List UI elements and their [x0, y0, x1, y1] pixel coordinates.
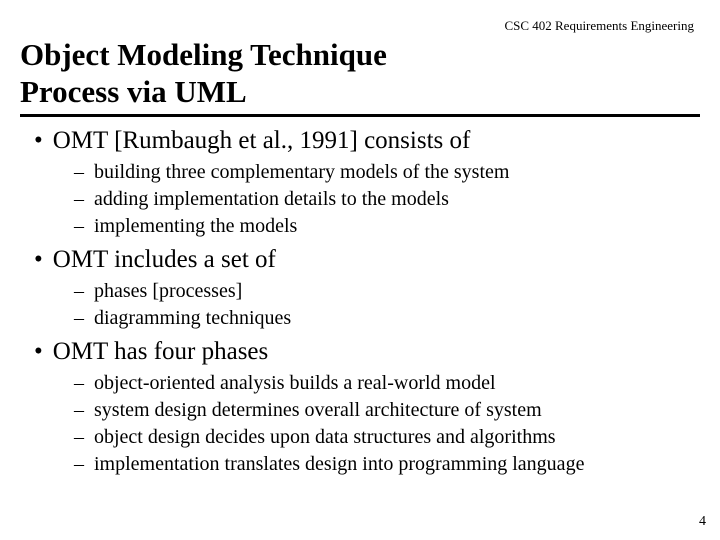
sub-bullet-text: implementation translates design into pr…: [94, 451, 584, 478]
sub-bullet-text: implementing the models: [94, 213, 297, 240]
title-divider: [20, 114, 700, 117]
dash-marker: –: [74, 451, 84, 478]
title-line-2: Process via UML: [20, 74, 247, 109]
course-header: CSC 402 Requirements Engineering: [20, 18, 700, 34]
dash-marker: –: [74, 370, 84, 397]
sub-bullet: – adding implementation details to the m…: [74, 186, 700, 213]
sub-bullet-text: object design decides upon data structur…: [94, 424, 556, 451]
dash-marker: –: [74, 159, 84, 186]
bullet-omt-consists: • OMT [Rumbaugh et al., 1991] consists o…: [34, 127, 700, 155]
dash-marker: –: [74, 186, 84, 213]
bullet-text: OMT includes a set of: [53, 246, 276, 274]
dash-marker: –: [74, 424, 84, 451]
bullet-marker: •: [34, 127, 43, 155]
sub-bullet: – object-oriented analysis builds a real…: [74, 370, 700, 397]
sub-bullet-text: phases [processes]: [94, 278, 242, 305]
bullet-omt-includes: • OMT includes a set of: [34, 246, 700, 274]
title-line-1: Object Modeling Technique: [20, 37, 387, 72]
sub-bullet: – phases [processes]: [74, 278, 700, 305]
sub-bullet: – implementation translates design into …: [74, 451, 700, 478]
sub-bullet-text: diagramming techniques: [94, 305, 291, 332]
sub-bullet: – object design decides upon data struct…: [74, 424, 700, 451]
bullet-marker: •: [34, 338, 43, 366]
sub-bullet: – system design determines overall archi…: [74, 397, 700, 424]
sub-bullet-text: object-oriented analysis builds a real-w…: [94, 370, 496, 397]
sub-bullet: – implementing the models: [74, 213, 700, 240]
sub-bullet: – diagramming techniques: [74, 305, 700, 332]
dash-marker: –: [74, 397, 84, 424]
dash-marker: –: [74, 278, 84, 305]
sub-bullet: – building three complementary models of…: [74, 159, 700, 186]
bullet-omt-phases: • OMT has four phases: [34, 338, 700, 366]
sub-group-1: – building three complementary models of…: [74, 159, 700, 240]
page-number: 4: [699, 514, 706, 530]
sub-bullet-text: adding implementation details to the mod…: [94, 186, 449, 213]
bullet-text: OMT [Rumbaugh et al., 1991] consists of: [53, 127, 471, 155]
sub-group-2: – phases [processes] – diagramming techn…: [74, 278, 700, 332]
sub-bullet-text: building three complementary models of t…: [94, 159, 509, 186]
dash-marker: –: [74, 213, 84, 240]
slide-title: Object Modeling Technique Process via UM…: [20, 36, 700, 110]
sub-bullet-text: system design determines overall archite…: [94, 397, 542, 424]
bullet-text: OMT has four phases: [53, 338, 268, 366]
sub-group-3: – object-oriented analysis builds a real…: [74, 370, 700, 478]
dash-marker: –: [74, 305, 84, 332]
slide-content: • OMT [Rumbaugh et al., 1991] consists o…: [20, 127, 700, 478]
bullet-marker: •: [34, 246, 43, 274]
